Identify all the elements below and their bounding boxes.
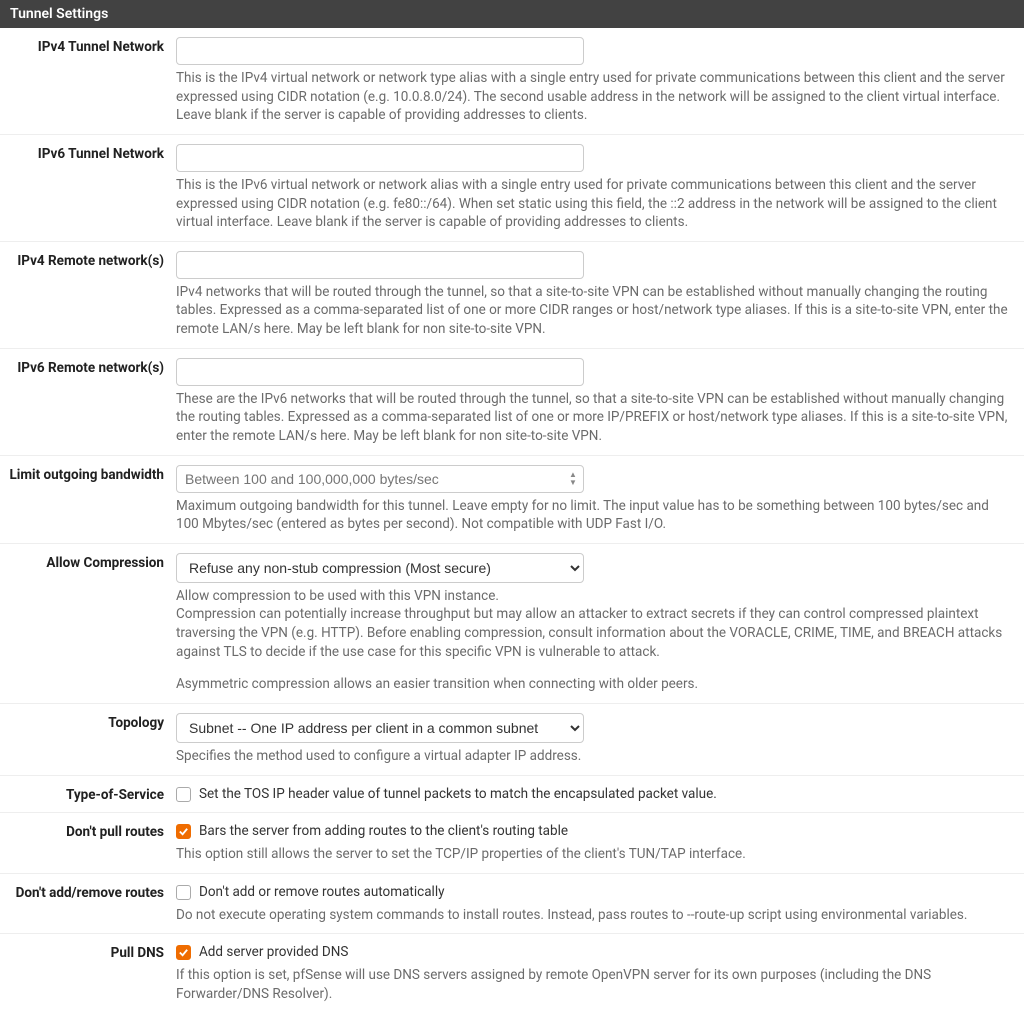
help-topology: Specifies the method used to configure a… — [176, 747, 1010, 766]
select-compression[interactable]: Refuse any non-stub compression (Most se… — [176, 553, 584, 583]
label-bandwidth: Limit outgoing bandwidth — [6, 465, 176, 534]
help-pull-dns: If this option is set, pfSense will use … — [176, 966, 1010, 1003]
row-dont-add: Don't add/remove routes Don't add or rem… — [0, 874, 1024, 935]
row-bandwidth: Limit outgoing bandwidth ▲▼ Maximum outg… — [0, 456, 1024, 544]
select-topology[interactable]: Subnet -- One IP address per client in a… — [176, 713, 584, 743]
checkbox-label-dont-pull: Bars the server from adding routes to th… — [199, 822, 568, 841]
label-compression: Allow Compression — [6, 553, 176, 694]
checkbox-pull-dns[interactable] — [176, 945, 191, 960]
row-ipv6-remote: IPv6 Remote network(s) These are the IPv… — [0, 349, 1024, 456]
help-ipv6-tunnel: This is the IPv6 virtual network or netw… — [176, 176, 1010, 232]
row-pull-dns: Pull DNS Add server provided DNS If this… — [0, 934, 1024, 1012]
checkbox-dont-add[interactable] — [176, 885, 191, 900]
label-ipv4-tunnel: IPv4 Tunnel Network — [6, 37, 176, 125]
panel-title: Tunnel Settings — [10, 6, 108, 22]
help-ipv4-remote: IPv4 networks that will be routed throug… — [176, 283, 1010, 339]
label-dont-pull: Don't pull routes — [6, 822, 176, 864]
panel-header: Tunnel Settings — [0, 0, 1024, 28]
help-compression: Allow compression to be used with this V… — [176, 587, 1010, 694]
label-topology: Topology — [6, 713, 176, 766]
row-tos: Type-of-Service Set the TOS IP header va… — [0, 776, 1024, 814]
number-spinner-icon[interactable]: ▲▼ — [566, 469, 580, 489]
label-dont-add: Don't add/remove routes — [6, 883, 176, 925]
row-topology: Topology Subnet -- One IP address per cl… — [0, 704, 1024, 776]
checkbox-dont-pull[interactable] — [176, 824, 191, 839]
help-ipv6-remote: These are the IPv6 networks that will be… — [176, 390, 1010, 446]
check-icon — [178, 947, 189, 958]
checkbox-tos[interactable] — [176, 787, 191, 802]
row-ipv4-tunnel: IPv4 Tunnel Network This is the IPv4 vir… — [0, 28, 1024, 135]
label-ipv6-tunnel: IPv6 Tunnel Network — [6, 144, 176, 232]
label-ipv6-remote: IPv6 Remote network(s) — [6, 358, 176, 446]
label-tos: Type-of-Service — [6, 785, 176, 804]
input-ipv4-remote[interactable] — [176, 251, 584, 279]
input-ipv6-remote[interactable] — [176, 358, 584, 386]
help-ipv4-tunnel: This is the IPv4 virtual network or netw… — [176, 69, 1010, 125]
label-ipv4-remote: IPv4 Remote network(s) — [6, 251, 176, 339]
check-icon — [178, 826, 189, 837]
label-pull-dns: Pull DNS — [6, 943, 176, 1003]
row-dont-pull: Don't pull routes Bars the server from a… — [0, 813, 1024, 874]
help-bandwidth: Maximum outgoing bandwidth for this tunn… — [176, 497, 1010, 534]
row-ipv4-remote: IPv4 Remote network(s) IPv4 networks tha… — [0, 242, 1024, 349]
input-ipv4-tunnel[interactable] — [176, 37, 584, 65]
input-bandwidth[interactable] — [176, 465, 584, 493]
checkbox-label-dont-add: Don't add or remove routes automatically — [199, 883, 445, 902]
input-ipv6-tunnel[interactable] — [176, 144, 584, 172]
row-ipv6-tunnel: IPv6 Tunnel Network This is the IPv6 vir… — [0, 135, 1024, 242]
help-dont-pull: This option still allows the server to s… — [176, 845, 1010, 864]
checkbox-label-pull-dns: Add server provided DNS — [199, 943, 348, 962]
checkbox-label-tos: Set the TOS IP header value of tunnel pa… — [199, 785, 717, 804]
row-compression: Allow Compression Refuse any non-stub co… — [0, 544, 1024, 704]
help-dont-add: Do not execute operating system commands… — [176, 906, 1010, 925]
